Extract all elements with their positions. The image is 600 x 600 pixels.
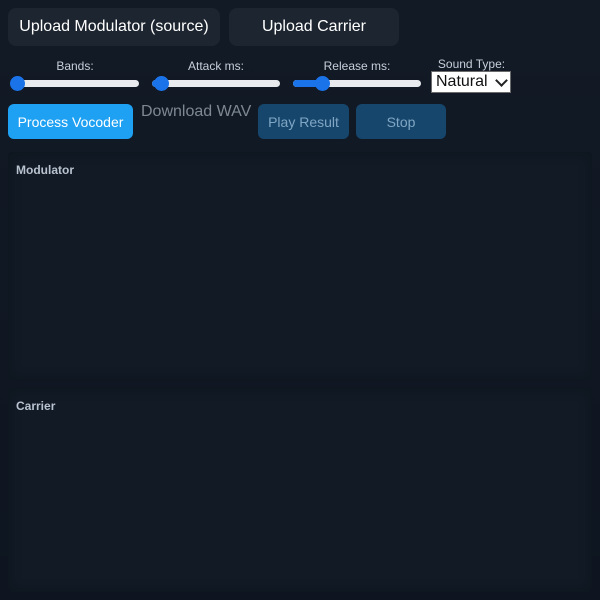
release-label: Release ms: [323, 59, 391, 73]
sound-type-group: Sound Type: Natural [431, 57, 512, 93]
stop-label: Stop [386, 113, 416, 130]
attack-slider[interactable] [152, 76, 280, 91]
process-vocoder-button[interactable]: Process Vocoder [8, 104, 133, 139]
download-wav-link[interactable]: Download WAV [141, 103, 251, 121]
play-result-button[interactable]: Play Result [258, 104, 349, 139]
attack-slider-group: Attack ms: [152, 59, 280, 93]
upload-carrier-button[interactable]: Upload Carrier [229, 8, 399, 46]
upload-modulator-button[interactable]: Upload Modulator (source) [8, 8, 220, 46]
stop-button[interactable]: Stop [356, 104, 446, 139]
bands-slider-group: Bands: [10, 59, 139, 93]
carrier-panel-title: Carrier [16, 399, 56, 413]
release-slider-group: Release ms: [293, 59, 421, 93]
bands-slider[interactable] [10, 76, 139, 91]
modulator-panel-title: Modulator [16, 163, 74, 177]
chevron-down-icon [495, 73, 508, 87]
release-slider[interactable] [293, 76, 421, 91]
upload-carrier-label: Upload Carrier [261, 18, 367, 35]
bands-slider-thumb[interactable] [10, 76, 26, 91]
process-vocoder-label: Process Vocoder [17, 113, 124, 130]
sound-type-value: Natural [436, 73, 488, 90]
upload-modulator-label: Upload Modulator (source) [19, 18, 209, 35]
modulator-panel: Modulator [8, 152, 592, 380]
sound-type-label: Sound Type: [437, 57, 506, 71]
carrier-panel: Carrier [8, 388, 592, 592]
release-slider-thumb[interactable] [315, 76, 331, 91]
play-result-label: Play Result [268, 113, 339, 130]
attack-slider-thumb[interactable] [153, 76, 169, 91]
vocoder-app: Upload Modulator (source) Upload Carrier… [0, 0, 600, 600]
attack-label: Attack ms: [187, 59, 244, 73]
bands-label: Bands: [56, 59, 94, 73]
sound-type-select[interactable]: Natural [431, 71, 511, 93]
